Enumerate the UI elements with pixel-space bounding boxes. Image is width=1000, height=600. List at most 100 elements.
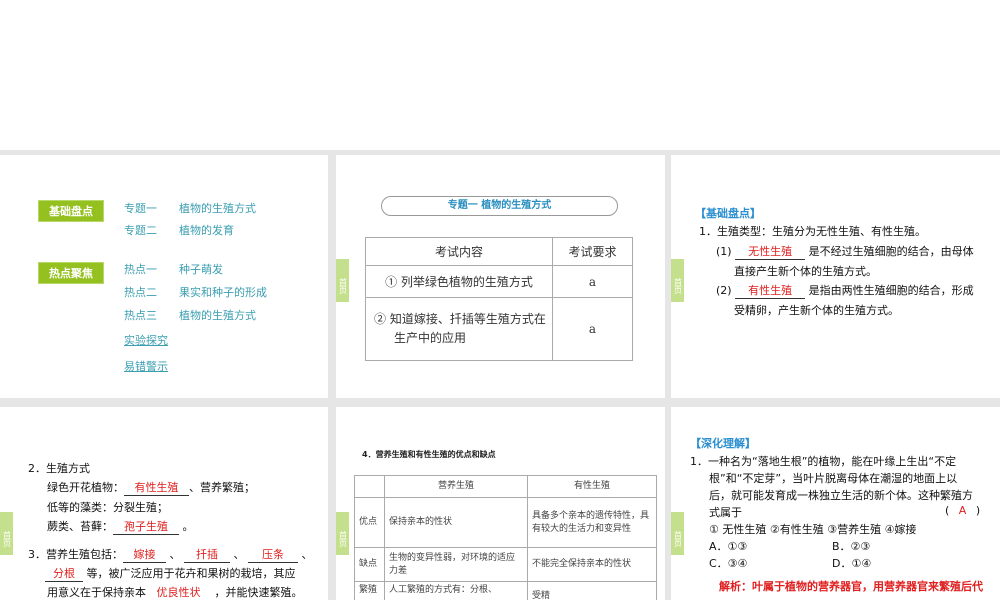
content-line: 生产中的应用 xyxy=(394,331,467,345)
cell-vegetative: 保持亲本的性状 xyxy=(384,497,528,548)
paren: ) xyxy=(975,504,981,517)
item-text: 是指由两性生殖细胞的结合，形成 xyxy=(808,284,974,297)
link-experiment[interactable]: 实验探究 xyxy=(124,332,168,348)
item-text: 是不经过生殖细胞的结合，由母体 xyxy=(808,245,974,258)
answer-blank: 压条 xyxy=(248,546,298,563)
answer-blank: 扦插 xyxy=(184,546,230,563)
home-tab[interactable]: 首页 xyxy=(336,259,349,302)
text-line: 1．生殖类型：生殖分为无性生殖、有性生殖。 xyxy=(699,225,926,238)
choice-b: B．②③ xyxy=(832,540,871,553)
section-heading: 【深化理解】 xyxy=(690,437,756,450)
choice-d: D．①④ xyxy=(832,557,872,570)
text: 用意义在于保持亲本 xyxy=(47,586,146,599)
sep: 、 xyxy=(301,548,313,561)
question-line: 1．一种名为“落地生根”的植物，能在叶缘上生出“不定 xyxy=(690,455,957,468)
home-tab[interactable]: 首页 xyxy=(671,259,684,302)
sep: 、 xyxy=(233,548,245,561)
section-title: 2．生殖方式 xyxy=(28,462,90,475)
question-line: 后，就可能发育成一株独立生活的新个体。这种繁殖方 xyxy=(709,489,973,502)
text: 。 xyxy=(182,520,194,533)
answer-blank: 无性生殖 xyxy=(735,243,806,260)
text: 等，被广泛应用于花卉和果树的栽培，其应 xyxy=(86,567,296,580)
cell-sexual: 具备多个亲本的遗传特性，具有较大的生活力和变异性 xyxy=(527,497,657,548)
row-requirement: a xyxy=(552,265,633,298)
text-line: 3．营养生殖包括： 嫁接 、 扦插 、 压条 、 xyxy=(28,546,313,563)
section-title: 4．营养生殖和有性生殖的优点和缺点 xyxy=(362,450,496,459)
link-text: 果实和种子的形成 xyxy=(179,286,267,299)
slide-pros-cons[interactable]: 首页 4．营养生殖和有性生殖的优点和缺点 营养生殖 有性生殖 优点 保持亲本的性状具… xyxy=(336,407,665,600)
row-content: ① 列举绿色植物的生殖方式 xyxy=(365,265,553,298)
content-line: ② 知道嫁接、扦插等生殖方式在 xyxy=(374,312,546,326)
link-label: 热点一 xyxy=(124,263,157,276)
link-mistakes[interactable]: 易错警示 xyxy=(124,358,168,374)
link-hotspot-2[interactable]: 热点二 果实和种子的形成 xyxy=(124,284,289,300)
link-hotspot-1[interactable]: 热点一 种子萌发 xyxy=(124,261,245,277)
question-line: 根”和“不定芽”，当叶片脱离母体在潮湿的地面上以 xyxy=(709,472,958,485)
header-requirement: 考试要求 xyxy=(552,237,633,266)
answer-blank: 嫁接 xyxy=(123,546,166,563)
badge-hotspots: 热点聚焦 xyxy=(38,262,104,284)
choice-a: A．①③ xyxy=(709,540,748,553)
text-line: 绿色开花植物： 有性生殖 、营养繁殖； xyxy=(47,479,255,496)
link-topic-2[interactable]: 专题二 植物的发育 xyxy=(124,222,256,238)
link-text: 植物的生殖方式 xyxy=(179,309,256,322)
row-requirement: a xyxy=(552,297,633,361)
answer: A xyxy=(958,504,967,517)
cell-vegetative: 人工繁殖的方式有：分根、 xyxy=(384,581,528,600)
text: 绿色开花植物： xyxy=(47,481,124,494)
badge-basics: 基础盘点 xyxy=(38,200,104,222)
home-tab[interactable]: 首页 xyxy=(0,512,13,555)
header-sexual: 有性生殖 xyxy=(527,475,657,498)
text-line: 用意义在于保持亲本 优良性状 ，并能快速繁殖。 xyxy=(47,584,303,600)
link-text: 植物的生殖方式 xyxy=(179,202,256,215)
text: ，并能快速繁殖。 xyxy=(214,586,303,599)
analysis-text: 解析：叶属于植物的营养器官，用营养器官来繁殖后代 xyxy=(719,580,983,593)
cell-sexual: 受精 xyxy=(527,581,657,600)
link-label: 专题一 xyxy=(124,202,157,215)
link-label: 热点三 xyxy=(124,309,157,322)
text: 蕨类、苔藓： xyxy=(47,520,113,533)
link-hotspot-3[interactable]: 热点三 植物的生殖方式 xyxy=(124,307,278,323)
home-tab[interactable]: 首页 xyxy=(671,512,684,555)
slide-contents[interactable]: 基础盘点 热点聚焦 专题一 植物的生殖方式 专题二 植物的发育 热点一 种子萌发 热点… xyxy=(0,155,328,398)
home-tab[interactable]: 首页 xyxy=(336,512,349,555)
link-text: 植物的发育 xyxy=(179,224,234,237)
row-label: 优点 xyxy=(354,497,385,548)
slide-reproduction-methods[interactable]: 首页 2．生殖方式 绿色开花植物： 有性生殖 、营养繁殖； 低等的藻类：分裂生殖； … xyxy=(0,407,328,600)
header-vegetative: 营养生殖 xyxy=(384,475,528,498)
row-label: 繁殖 xyxy=(354,581,385,600)
slide-reproduction-types[interactable]: 首页 【基础盘点】 1．生殖类型：生殖分为无性生殖、有性生殖。 (1) 无性生殖… xyxy=(671,155,1000,398)
text-line: 分根 等，被广泛应用于花卉和果树的栽培，其应 xyxy=(45,565,296,582)
item-label: (1) xyxy=(716,245,732,258)
row-content: ② 知道嫁接、扦插等生殖方式在生产中的应用 xyxy=(365,297,553,361)
text: 、营养繁殖； xyxy=(189,481,255,494)
text-line: 低等的藻类：分裂生殖； xyxy=(47,501,168,514)
item-1: (1) 无性生殖 是不经过生殖细胞的结合，由母体 xyxy=(716,243,974,260)
exam-table: 考试内容 考试要求 ① 列举绿色植物的生殖方式 a ② 知道嫁接、扦插等生殖方式在生… xyxy=(365,237,633,361)
answer-blank: 分根 xyxy=(45,565,83,582)
slide-title: 专题一 植物的生殖方式 xyxy=(381,196,618,216)
item-2-cont: 受精卵，产生新个体的生殖方式。 xyxy=(734,304,899,317)
row-label: 缺点 xyxy=(354,547,385,582)
section-heading: 【基础盘点】 xyxy=(695,207,761,220)
text: 3．营养生殖包括： xyxy=(28,548,123,561)
cell-sexual: 不能完全保持亲本的性状 xyxy=(527,547,657,582)
question-line: 式属于 xyxy=(709,506,742,519)
comparison-table: 营养生殖 有性生殖 优点 保持亲本的性状 具备多个亲本的遗传特性，具有较大的生活力和变… xyxy=(354,475,657,600)
link-label: 专题二 xyxy=(124,224,157,237)
choice-c: C．③④ xyxy=(709,557,748,570)
slide-deep-understanding[interactable]: 首页 【深化理解】 1．一种名为“落地生根”的植物，能在叶缘上生出“不定 根”和… xyxy=(671,407,1000,600)
link-label: 热点二 xyxy=(124,286,157,299)
header-empty xyxy=(354,475,385,498)
item-label: (2) xyxy=(716,284,732,297)
paren: ( xyxy=(945,504,950,517)
text-line: 蕨类、苔藓： 孢子生殖 。 xyxy=(47,518,194,535)
link-text: 种子萌发 xyxy=(179,263,223,276)
slide-exam-requirements[interactable]: 首页 专题一 植物的生殖方式 考试内容 考试要求 ① 列举绿色植物的生殖方式 a ②… xyxy=(336,155,665,398)
link-topic-1[interactable]: 专题一 植物的生殖方式 xyxy=(124,200,278,216)
item-1-cont: 直接产生新个体的生殖方式。 xyxy=(734,265,877,278)
options-line: ① 无性生殖 ②有性生殖 ③营养生殖 ④嫁接 xyxy=(709,523,917,536)
answer-blank: 优良性状 xyxy=(146,584,211,600)
answer-blank: 有性生殖 xyxy=(124,479,189,496)
answer-blank: 有性生殖 xyxy=(735,282,806,299)
